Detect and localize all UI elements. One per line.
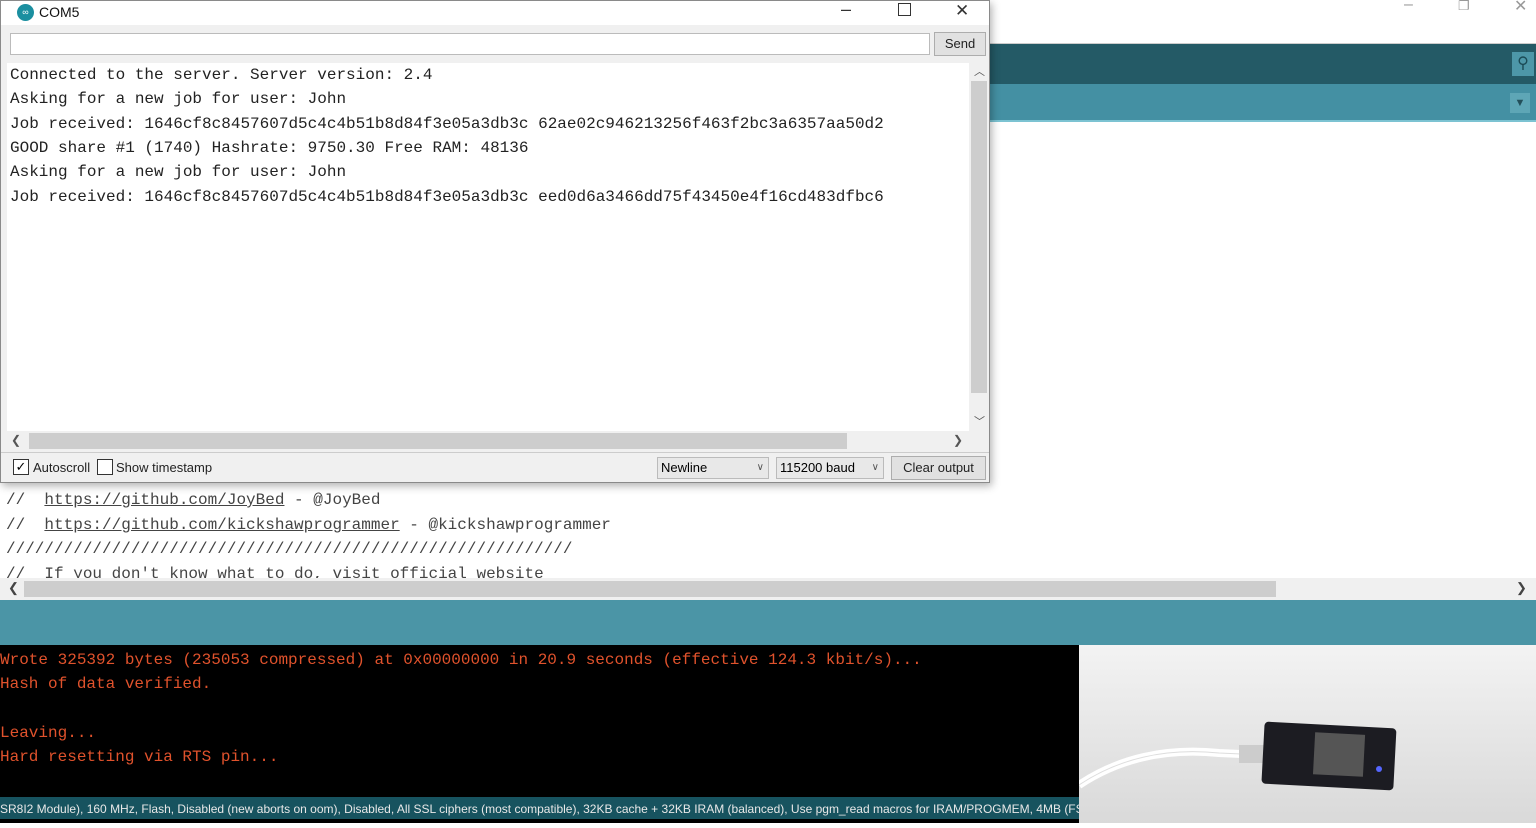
serial-monitor-window: ∞ COM5 – ✕ Send Connected to the server.… [0, 0, 990, 483]
maximize-icon[interactable] [898, 3, 911, 16]
output-line: Job received: 1646cf8c8457607d5c4c4b51b8… [10, 115, 884, 133]
scroll-up-icon[interactable]: ︿ [974, 63, 985, 79]
output-line: Asking for a new job for user: John [10, 163, 347, 181]
ide-restore-icon[interactable]: ❐ [1458, 0, 1470, 14]
autoscroll-checkbox[interactable]: ✓ [13, 459, 29, 475]
code-line: // https://github.com/JoyBed - @JoyBed [6, 491, 381, 509]
output-line: Connected to the server. Server version:… [10, 66, 433, 84]
window-title: COM5 [39, 4, 80, 20]
serial-monitor-title-bar: ∞ COM5 – ✕ [1, 0, 989, 25]
autoscroll-label: Autoscroll [33, 460, 91, 475]
chevron-down-icon: ∨ [871, 462, 879, 473]
horizontal-scroll-thumb[interactable] [29, 433, 847, 449]
console-header [0, 600, 1536, 645]
output-line: Asking for a new job for user: John [10, 90, 347, 108]
video-overlay [1076, 645, 1536, 823]
output-line: GOOD share #1 (1740) Hashrate: 9750.30 F… [10, 139, 529, 157]
output-vertical-scrollbar[interactable]: ︿ ﹀ [969, 63, 989, 431]
esp8266-board-image [1076, 721, 1397, 791]
show-timestamp-label: Show timestamp [116, 460, 213, 475]
code-line: // If you don't know what to do, visit o… [6, 565, 544, 578]
chevron-down-icon: ∨ [756, 462, 764, 473]
console-line: Hard resetting via RTS pin... [0, 748, 279, 766]
close-icon[interactable]: ✕ [955, 1, 969, 21]
clear-output-button[interactable]: Clear output [891, 456, 986, 480]
ide-close-icon[interactable]: ✕ [1514, 0, 1527, 16]
output-line: Job received: 1646cf8c8457607d5c4c4b51b8… [10, 188, 884, 206]
scroll-down-icon[interactable]: ﹀ [974, 413, 985, 429]
show-timestamp-checkbox[interactable] [97, 459, 113, 475]
tab-menu-dropdown-icon[interactable]: ▼ [1510, 93, 1530, 113]
editor-scroll-thumb[interactable] [24, 581, 1276, 597]
code-link[interactable]: https://github.com/JoyBed [44, 491, 284, 509]
serial-output: Connected to the server. Server version:… [7, 63, 969, 431]
scroll-right-icon[interactable]: ❯ [953, 433, 963, 447]
code-line: // https://github.com/kickshawprogrammer… [6, 516, 611, 534]
minimize-icon[interactable]: – [841, 0, 851, 20]
serial-monitor-icon[interactable]: ⚲ [1512, 52, 1534, 76]
board-status-bar: SR8I2 Module), 160 MHz, Flash, Disabled … [0, 797, 1080, 823]
scroll-left-icon[interactable]: ❮ [8, 580, 19, 596]
vertical-scroll-thumb[interactable] [971, 81, 987, 393]
baud-rate-select[interactable]: 115200 baud ∨ [776, 457, 884, 479]
code-line: ////////////////////////////////////////… [6, 540, 573, 558]
console-line: Wrote 325392 bytes (235053 compressed) a… [0, 651, 922, 669]
scroll-right-icon[interactable]: ❯ [1516, 580, 1527, 596]
code-link[interactable]: https://github.com/kickshawprogrammer [44, 516, 399, 534]
divider [1, 452, 989, 453]
console-line: Hash of data verified. [0, 675, 212, 693]
console-output: Wrote 325392 bytes (235053 compressed) a… [0, 645, 1080, 797]
serial-input[interactable] [10, 33, 930, 55]
arduino-logo-icon: ∞ [17, 4, 34, 21]
scroll-left-icon[interactable]: ❮ [11, 433, 21, 447]
ide-minimize-icon[interactable]: – [1404, 0, 1413, 14]
send-button[interactable]: Send [934, 32, 986, 56]
console-line: Leaving... [0, 724, 97, 742]
line-ending-select[interactable]: Newline ∨ [657, 457, 769, 479]
output-horizontal-scrollbar[interactable]: ❮ ❯ [7, 431, 969, 451]
